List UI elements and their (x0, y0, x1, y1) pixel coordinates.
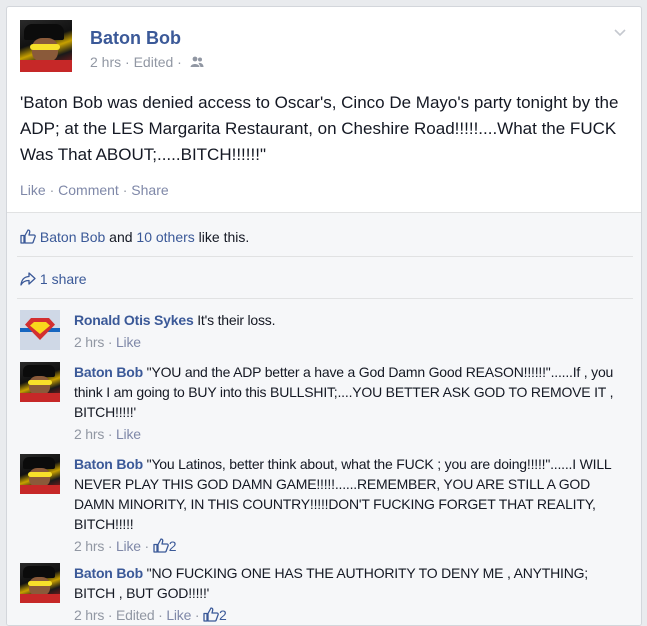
comment-button[interactable]: Comment (58, 182, 119, 198)
comment-meta: 2 hrs · Like · 2 (74, 536, 614, 558)
feedback-section: Baton Bob and 10 others like this. 1 sha… (7, 212, 641, 625)
comment-text: It's their loss. (197, 312, 276, 328)
post-edited[interactable]: Edited (134, 54, 174, 70)
comment-meta: 2 hrs · Like (74, 426, 141, 442)
comment-author[interactable]: Ronald Otis Sykes (74, 312, 194, 328)
comment-meta: 2 hrs · Like (74, 334, 141, 350)
author-avatar[interactable] (20, 20, 72, 72)
commenter-avatar[interactable] (20, 310, 60, 350)
comment-author[interactable]: Baton Bob (74, 456, 143, 472)
share-button[interactable]: Share (131, 182, 168, 198)
thumbs-up-icon (20, 229, 36, 247)
friends-audience-icon[interactable] (190, 55, 204, 71)
comment-like-button[interactable]: Like (116, 538, 141, 554)
author-name[interactable]: Baton Bob (90, 28, 181, 49)
post-time[interactable]: 2 hrs (90, 54, 121, 70)
divider (17, 256, 633, 257)
thumbs-up-icon[interactable] (153, 538, 169, 558)
divider (17, 298, 633, 299)
commenter-avatar[interactable] (20, 454, 60, 494)
comment-like-button[interactable]: Like (116, 426, 141, 442)
comment-like-button[interactable]: Like (116, 334, 141, 350)
likes-summary: Baton Bob and 10 others like this. (20, 229, 249, 247)
comment-time[interactable]: 2 hrs (74, 426, 104, 442)
likes-name-link[interactable]: Baton Bob (40, 229, 105, 245)
comment-meta: 2 hrs · Edited · Like · 2 (74, 605, 614, 625)
comment-author[interactable]: Baton Bob (74, 565, 143, 581)
post-actions: Like · Comment · Share (20, 182, 169, 198)
likes-others-link[interactable]: 10 others (136, 229, 194, 245)
commenter-avatar[interactable] (20, 563, 60, 603)
shares-link[interactable]: 1 share (20, 271, 87, 289)
thumbs-up-icon[interactable] (203, 607, 219, 625)
comment-text: "YOU and the ADP better a have a God Dam… (74, 364, 614, 420)
comment-author[interactable]: Baton Bob (74, 364, 143, 380)
comment-time[interactable]: 2 hrs (74, 538, 104, 554)
comment-edited[interactable]: Edited (116, 607, 155, 623)
post-card: Baton Bob 2 hrs · Edited · 'Baton Bob wa… (6, 6, 642, 626)
share-arrow-icon (20, 272, 36, 289)
commenter-avatar[interactable] (20, 362, 60, 402)
comment-like-button[interactable]: Like (166, 607, 191, 623)
post-meta: 2 hrs · Edited · (90, 54, 204, 71)
post-text: 'Baton Bob was denied access to Oscar's,… (20, 93, 619, 164)
comment-like-count[interactable]: 2 (169, 538, 177, 554)
comment-text: "You Latinos, better think about, what t… (74, 456, 611, 532)
like-button[interactable]: Like (20, 182, 46, 198)
chevron-down-icon[interactable] (613, 25, 627, 39)
comment-like-count[interactable]: 2 (219, 607, 227, 623)
comment-time[interactable]: 2 hrs (74, 334, 104, 350)
comment-text: "NO FUCKING ONE HAS THE AUTHORITY TO DEN… (74, 565, 588, 601)
comment-time[interactable]: 2 hrs (74, 607, 104, 623)
post-header: Baton Bob 2 hrs · Edited · (20, 20, 620, 80)
